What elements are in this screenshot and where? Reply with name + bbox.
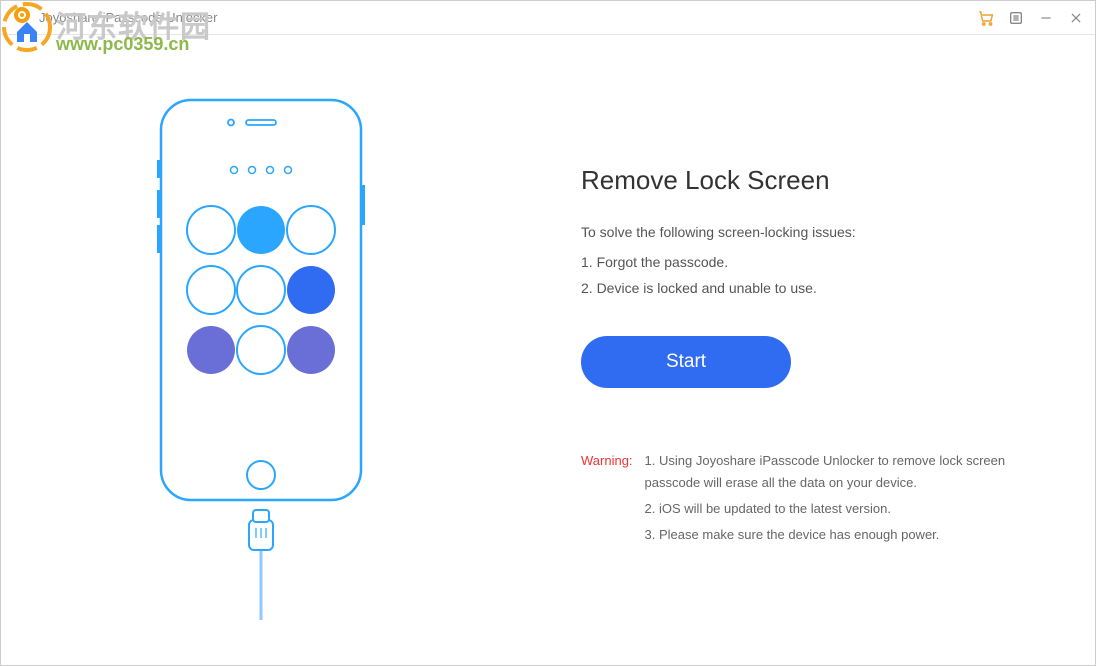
menu-icon[interactable] <box>1007 9 1025 27</box>
warning-block: Warning: 1. Using Joyoshare iPasscode Un… <box>581 450 1035 550</box>
issue-item: 1. Forgot the passcode. <box>581 254 1035 270</box>
page-subheading: To solve the following screen-locking is… <box>581 224 1035 240</box>
issue-list: 1. Forgot the passcode. 2. Device is loc… <box>581 254 1035 296</box>
minimize-icon[interactable] <box>1037 9 1055 27</box>
warning-label: Warning: <box>581 450 633 550</box>
warning-item: 1. Using Joyoshare iPasscode Unlocker to… <box>645 450 1035 494</box>
cart-icon[interactable] <box>977 9 995 27</box>
close-icon[interactable] <box>1067 9 1085 27</box>
app-title: Joyoshare iPasscode Unlocker <box>39 10 217 25</box>
start-button[interactable]: Start <box>581 336 791 388</box>
page-heading: Remove Lock Screen <box>581 165 1035 196</box>
warning-item: 2. iOS will be updated to the latest ver… <box>645 498 1035 520</box>
titlebar: Joyoshare iPasscode Unlocker <box>1 1 1095 35</box>
issue-item: 2. Device is locked and unable to use. <box>581 280 1035 296</box>
phone-illustration <box>121 90 401 620</box>
app-logo-icon <box>13 6 31 29</box>
warning-item: 3. Please make sure the device has enoug… <box>645 524 1035 546</box>
